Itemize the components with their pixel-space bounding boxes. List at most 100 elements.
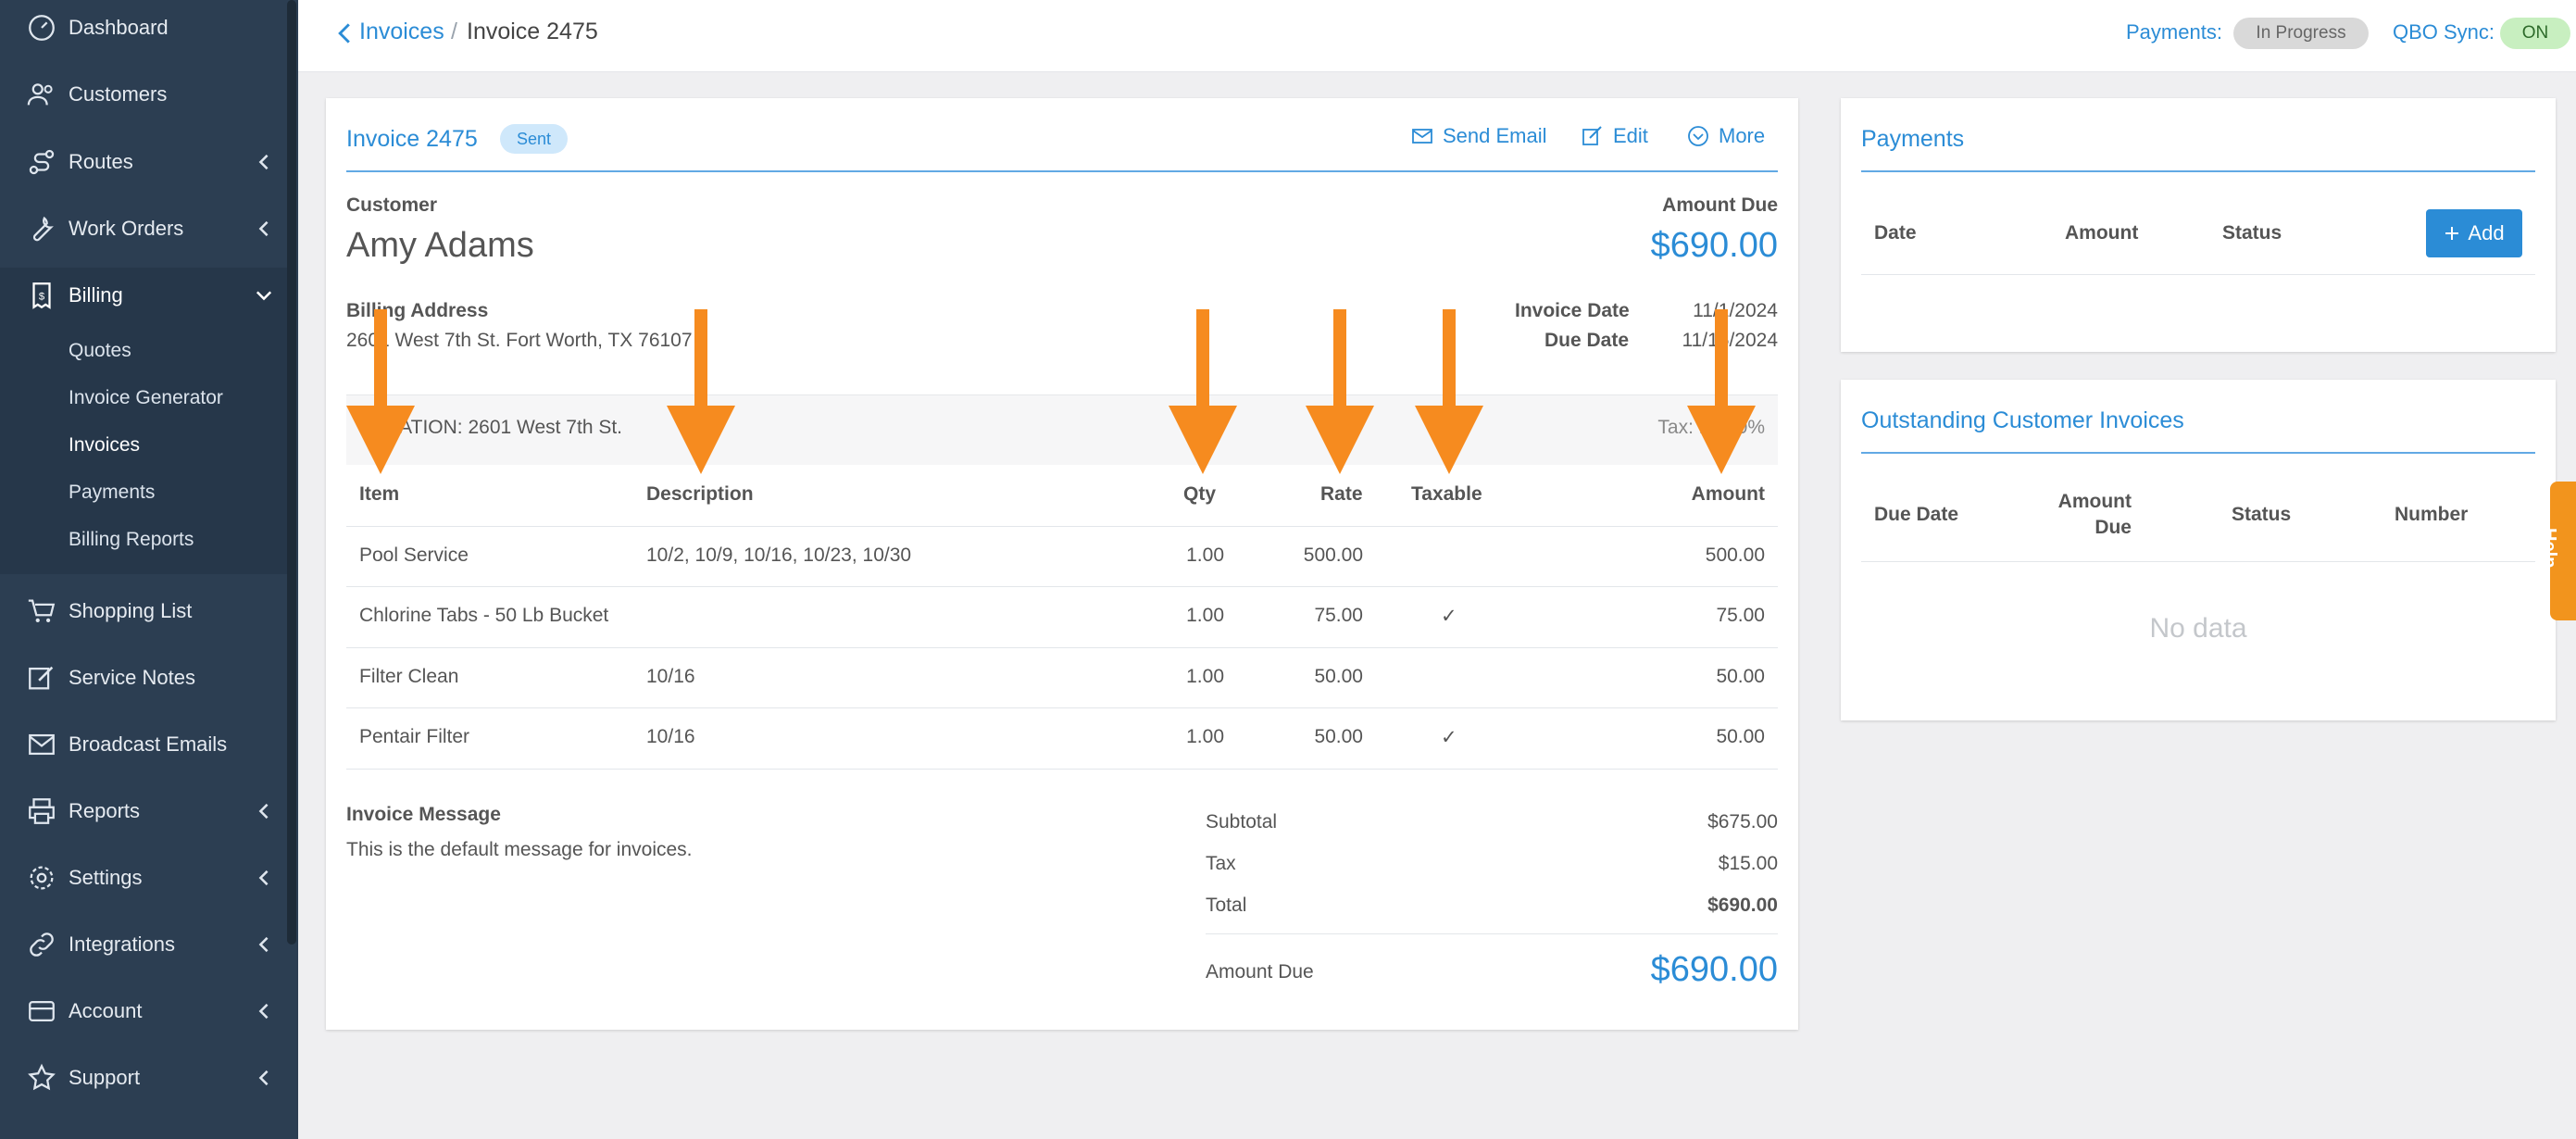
outstanding-table-divider <box>1861 561 2535 562</box>
sidebar-item-label: Integrations <box>69 932 175 956</box>
payments-card: Payments Date Amount Status Add <box>1841 98 2556 352</box>
row-divider <box>346 769 1778 770</box>
chevron-left-icon <box>258 803 269 820</box>
payments-col-status: Status <box>2222 222 2282 244</box>
col-item: Item <box>359 483 400 505</box>
sidebar-sub-invoice-generator[interactable]: Invoice Generator <box>69 387 223 409</box>
cell-amount: 75.00 <box>1716 605 1765 626</box>
mail-icon <box>29 733 55 756</box>
edit-icon <box>1582 126 1602 145</box>
cell-item: Pentair Filter <box>359 726 470 747</box>
add-label: Add <box>2468 221 2505 244</box>
sidebar-item-integrations[interactable]: Integrations <box>0 917 287 972</box>
payments-status-label: Payments: <box>2126 20 2222 44</box>
cell-qty: 1.00 <box>1186 726 1224 747</box>
annotation-arrow <box>346 309 415 474</box>
customers-icon <box>27 83 53 106</box>
payments-col-date: Date <box>1874 222 1917 244</box>
more-button[interactable]: More <box>1687 124 1765 148</box>
chevron-left-icon <box>258 220 269 237</box>
chevron-left-icon <box>258 936 269 953</box>
row-divider <box>346 647 1778 648</box>
cell-item: Pool Service <box>359 544 469 566</box>
edit-icon <box>29 666 54 690</box>
subtotal-value: $675.00 <box>1707 811 1778 832</box>
sidebar-sub-payments[interactable]: Payments <box>69 482 155 504</box>
amount-due-label: Amount Due <box>1662 194 1778 216</box>
col-rate: Rate <box>1320 483 1363 505</box>
payments-title: Payments <box>1861 126 1965 152</box>
invoice-message: This is the default message for invoices… <box>346 839 693 860</box>
sidebar-item-customers[interactable]: Customers <box>0 67 287 122</box>
cell-taxable: ✓ <box>1441 606 1457 627</box>
edit-button[interactable]: Edit <box>1582 124 1648 148</box>
wrench-icon <box>32 216 54 242</box>
sidebar-item-support[interactable]: Support <box>0 1050 287 1106</box>
cell-amount: 50.00 <box>1716 666 1765 687</box>
cell-qty: 1.00 <box>1186 666 1224 687</box>
annotation-arrow <box>667 309 735 474</box>
sidebar-item-shopping-list[interactable]: Shopping List <box>0 583 287 639</box>
qbo-sync-toggle[interactable]: ON <box>2500 18 2570 49</box>
edit-label: Edit <box>1613 124 1648 147</box>
annotation-arrow <box>1415 309 1483 474</box>
chevron-down-circle-icon <box>1688 126 1708 146</box>
annotation-arrow <box>1306 309 1374 474</box>
send-email-button[interactable]: Send Email <box>1411 124 1547 148</box>
payments-status-badge: In Progress <box>2233 18 2369 49</box>
link-icon <box>30 932 54 957</box>
footer-amount-due-value: $690.00 <box>1650 950 1778 989</box>
chevron-left-icon[interactable] <box>337 20 352 46</box>
chevron-left-icon <box>258 870 269 886</box>
sidebar-item-label: Dashboard <box>69 16 169 39</box>
sidebar-item-label: Work Orders <box>69 217 184 240</box>
sidebar-sub-billing-reports[interactable]: Billing Reports <box>69 529 194 551</box>
invoice-date-label: Invoice Date <box>1515 300 1630 321</box>
sidebar-item-service-notes[interactable]: Service Notes <box>0 650 287 706</box>
payments-table-divider <box>1861 274 2535 275</box>
send-email-label: Send Email <box>1443 124 1547 147</box>
billing-icon: $ <box>32 282 51 309</box>
customer-name[interactable]: Amy Adams <box>346 226 534 266</box>
help-tab[interactable]: Help <box>2539 482 2576 620</box>
outstanding-col-status: Status <box>2232 504 2292 525</box>
invoice-card: Invoice 2475 Sent Send Email Edit More C… <box>326 98 1798 1030</box>
cell-rate: 50.00 <box>1314 666 1363 687</box>
more-label: More <box>1719 124 1766 147</box>
sidebar-item-label: Shopping List <box>69 599 193 622</box>
cell-item: Chlorine Tabs - 50 Lb Bucket <box>359 605 609 626</box>
cell-amount: 500.00 <box>1705 544 1765 566</box>
annotation-arrow <box>1687 309 1756 474</box>
breadcrumb-separator: / <box>451 19 457 44</box>
breadcrumb-invoices-link[interactable]: Invoices <box>359 19 444 45</box>
sidebar-item-work-orders[interactable]: Work Orders <box>0 201 287 257</box>
sidebar-scrollbar[interactable] <box>287 0 296 945</box>
sidebar-item-reports[interactable]: Reports <box>0 783 287 839</box>
sidebar-item-routes[interactable]: Routes <box>0 134 287 190</box>
chevron-left-icon <box>258 1070 269 1086</box>
payments-col-amount: Amount <box>2065 222 2139 244</box>
sidebar-item-settings[interactable]: Settings <box>0 850 287 906</box>
customer-label: Customer <box>346 194 438 216</box>
sidebar-item-account[interactable]: Account <box>0 983 287 1039</box>
tax-label: Tax <box>1206 853 1236 874</box>
cart-icon <box>28 599 56 623</box>
cell-qty: 1.00 <box>1186 605 1224 626</box>
svg-text:$: $ <box>39 291 45 302</box>
sidebar-sub-quotes[interactable]: Quotes <box>69 340 131 362</box>
sidebar-sub-invoices[interactable]: Invoices <box>69 434 140 457</box>
sidebar-item-dashboard[interactable]: Dashboard <box>0 0 287 56</box>
sidebar-item-broadcast-emails[interactable]: Broadcast Emails <box>0 717 287 772</box>
cell-description: 10/16 <box>646 666 695 687</box>
gear-icon <box>30 866 54 890</box>
cell-taxable: ✓ <box>1441 727 1457 748</box>
empty-state: No data <box>2149 613 2247 644</box>
chevron-left-icon <box>258 1003 269 1020</box>
annotation-arrow <box>1169 309 1237 474</box>
chevron-left-icon <box>258 154 269 170</box>
sidebar-item-billing[interactable]: $ Billing <box>0 268 287 323</box>
cell-description: 10/16 <box>646 726 695 747</box>
add-payment-button[interactable]: Add <box>2426 209 2522 257</box>
col-amount: Amount <box>1691 483 1765 505</box>
amount-due-value: $690.00 <box>1650 226 1778 265</box>
